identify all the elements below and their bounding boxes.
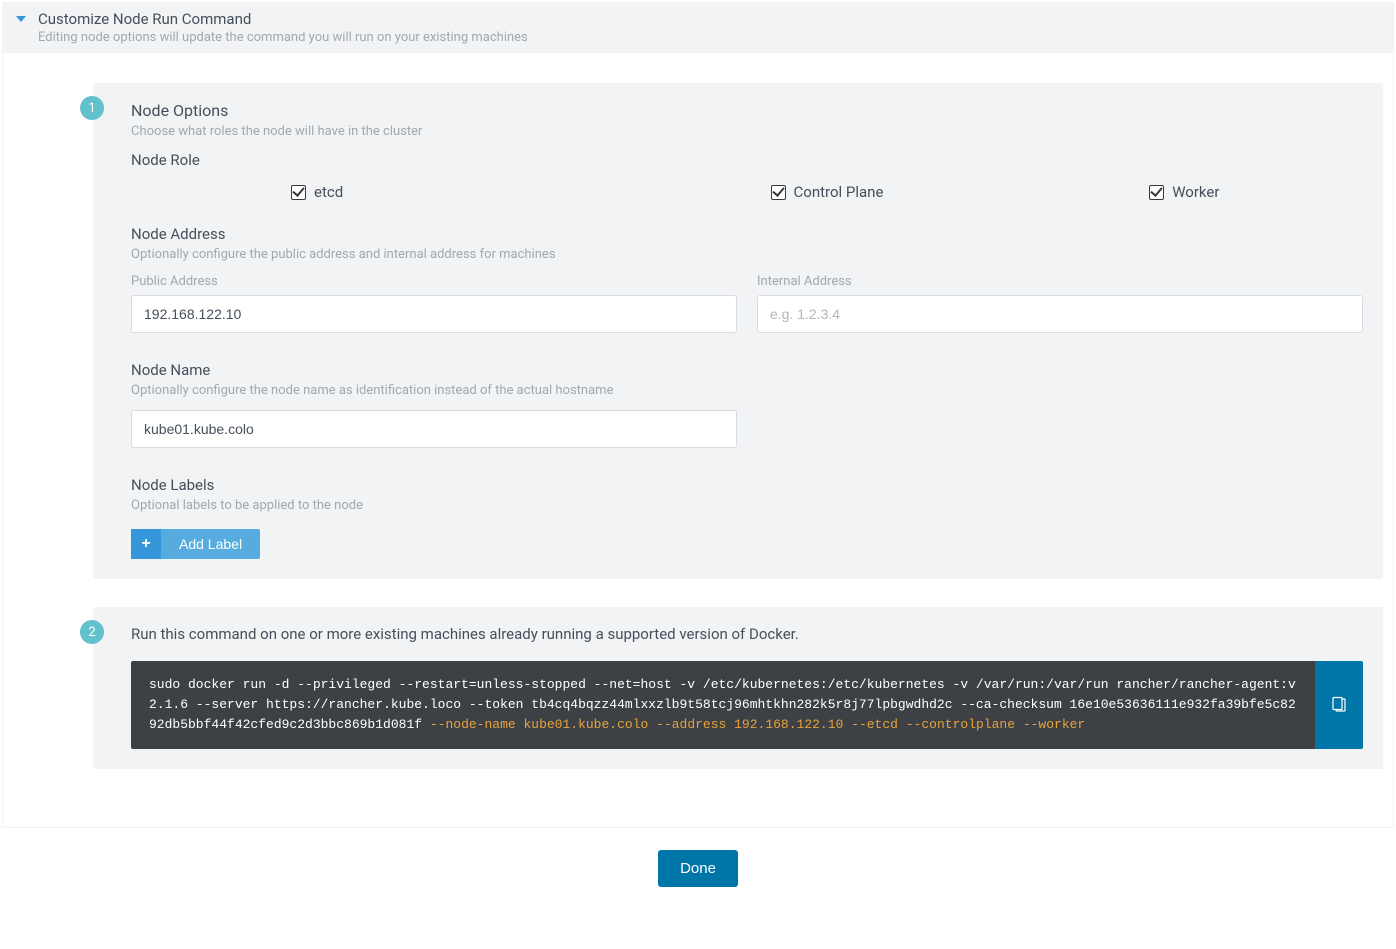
node-role-label: Node Role bbox=[131, 151, 1363, 169]
run-command-title: Run this command on one or more existing… bbox=[131, 625, 1363, 643]
check-icon bbox=[771, 185, 786, 200]
check-icon bbox=[1149, 185, 1164, 200]
node-options-title: Node Options bbox=[131, 101, 1363, 120]
public-address-label: Public Address bbox=[131, 274, 737, 289]
checkbox-worker-label: Worker bbox=[1172, 183, 1219, 201]
copy-command-button[interactable] bbox=[1315, 661, 1363, 749]
node-labels-subtitle: Optional labels to be applied to the nod… bbox=[131, 498, 1363, 513]
command-code-block: sudo docker run -d --privileged --restar… bbox=[131, 661, 1315, 749]
internal-address-label: Internal Address bbox=[757, 274, 1363, 289]
chevron-down-icon bbox=[16, 16, 26, 22]
step-badge-1: 1 bbox=[80, 96, 104, 120]
node-labels-title: Node Labels bbox=[131, 476, 1363, 494]
node-address-title: Node Address bbox=[131, 225, 1363, 243]
section-run-command: 2 Run this command on one or more existi… bbox=[93, 607, 1383, 769]
node-name-subtitle: Optionally configure the node name as id… bbox=[131, 383, 1363, 398]
node-name-title: Node Name bbox=[131, 361, 1363, 379]
public-address-input[interactable] bbox=[131, 295, 737, 333]
node-options-subtitle: Choose what roles the node will have in … bbox=[131, 124, 1363, 139]
done-button[interactable]: Done bbox=[658, 850, 738, 887]
node-name-input[interactable] bbox=[131, 410, 737, 448]
node-address-subtitle: Optionally configure the public address … bbox=[131, 247, 1363, 262]
checkbox-worker[interactable]: Worker bbox=[1149, 183, 1219, 201]
check-icon bbox=[291, 185, 306, 200]
checkbox-etcd[interactable]: etcd bbox=[291, 183, 343, 201]
checkbox-etcd-label: etcd bbox=[314, 183, 343, 201]
panel-header[interactable]: Customize Node Run Command Editing node … bbox=[2, 2, 1394, 53]
panel-subtitle: Editing node options will update the com… bbox=[38, 30, 1378, 45]
section-node-options: 1 Node Options Choose what roles the nod… bbox=[93, 83, 1383, 579]
checkbox-control-plane[interactable]: Control Plane bbox=[771, 183, 884, 201]
add-label-button[interactable]: + Add Label bbox=[131, 529, 260, 559]
step-badge-2: 2 bbox=[80, 620, 104, 644]
panel-title: Customize Node Run Command bbox=[38, 10, 1378, 28]
checkbox-control-plane-label: Control Plane bbox=[794, 183, 884, 201]
internal-address-input[interactable] bbox=[757, 295, 1363, 333]
clipboard-icon bbox=[1330, 696, 1348, 714]
plus-icon: + bbox=[131, 529, 161, 559]
add-label-text: Add Label bbox=[161, 536, 260, 552]
